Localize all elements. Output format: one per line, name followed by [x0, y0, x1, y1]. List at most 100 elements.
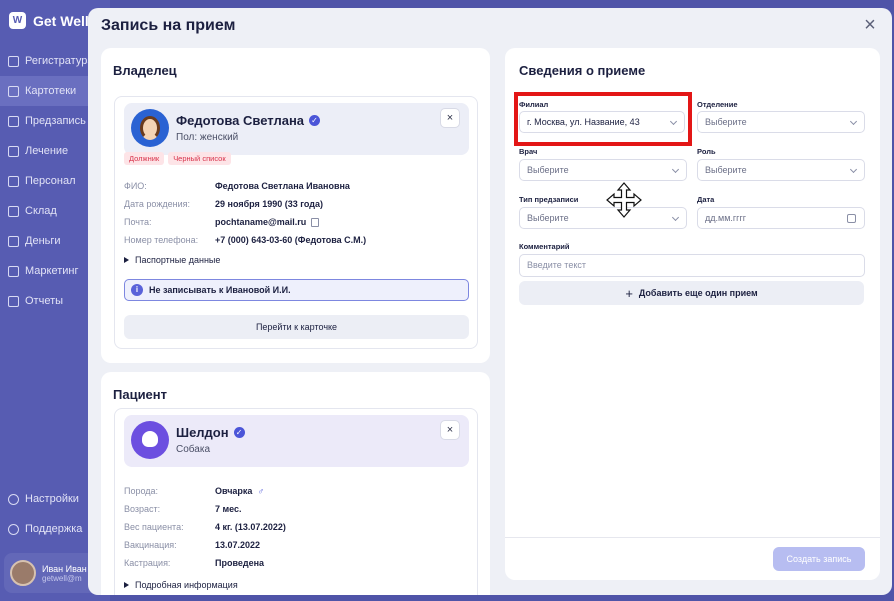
plus-icon: + — [625, 285, 633, 301]
status-badge: Черный список — [168, 152, 231, 165]
prebooking-type-select[interactable]: Выберите — [519, 207, 687, 229]
registry-icon — [8, 55, 19, 67]
info-value: 13.07.2022 — [215, 540, 261, 550]
comment-textarea[interactable]: Введите текст — [519, 254, 865, 277]
caret-right-icon — [124, 257, 129, 263]
remove-owner-button[interactable]: × — [440, 108, 460, 128]
owner-section-title: Владелец — [113, 63, 177, 78]
calendar-icon[interactable] — [847, 214, 856, 223]
patient-name-row: Шелдон ✓ — [176, 425, 245, 440]
info-label: Дата рождения: — [124, 199, 190, 209]
owner-gender: Пол: женский — [176, 132, 239, 143]
sidebar-item-label: Поддержка — [25, 523, 83, 535]
files-icon — [8, 85, 19, 97]
info-icon: i — [131, 284, 143, 296]
sidebar-item-label: Маркетинг — [25, 265, 79, 277]
details-toggle-label: Подробная информация — [135, 580, 238, 590]
info-row: Дата рождения: 29 ноября 1990 (33 года) — [124, 195, 366, 213]
patient-name: Шелдон — [176, 425, 229, 440]
info-value: Федотова Светлана Ивановна — [215, 181, 350, 191]
breed-text: Овчарка — [215, 486, 253, 496]
owner-header: Федотова Светлана ✓ Пол: женский × — [124, 103, 469, 155]
role-select[interactable]: Выберите — [697, 159, 865, 181]
doctor-label: Врач — [519, 147, 538, 156]
sidebar-item-label: Деньги — [25, 235, 61, 247]
folder-icon — [8, 115, 19, 127]
create-appointment-button[interactable]: Создать запись — [773, 547, 865, 571]
department-label: Отделение — [697, 100, 738, 109]
date-label: Дата — [697, 195, 715, 204]
app-name: Get Well — [33, 12, 89, 29]
prebooking-type-label: Тип предзаписи — [519, 195, 579, 204]
modal-title: Запись на прием — [101, 17, 236, 34]
copy-icon[interactable] — [311, 217, 320, 227]
info-label: Вакцинация: — [124, 540, 177, 550]
owner-avatar — [131, 109, 169, 147]
appointment-section-title: Сведения о приеме — [519, 63, 646, 78]
email-text: pochtaname@mail.ru — [215, 217, 307, 227]
info-row: Номер телефона: +7 (000) 643-03-60 (Федот… — [124, 231, 366, 249]
verified-icon: ✓ — [309, 115, 321, 126]
owner-name-row: Федотова Светлана ✓ — [176, 113, 321, 128]
info-label: Почта: — [124, 217, 152, 227]
info-label: Номер телефона: — [124, 235, 199, 245]
date-input[interactable]: дд.мм.гггг — [697, 207, 865, 229]
info-value: Проведена — [215, 558, 265, 568]
breed-value: Овчарка ♂ — [215, 486, 264, 496]
report-icon — [8, 295, 19, 307]
sidebar-item-label: Персонал — [25, 175, 76, 187]
owner-badges: Должник Черный список — [124, 152, 231, 165]
details-toggle[interactable]: Подробная информация — [124, 580, 238, 590]
sidebar-item-label: Отчеты — [25, 295, 64, 307]
patient-info-box: Шелдон ✓ Собака × Порода: Овчарка ♂ Возрас… — [114, 408, 478, 595]
close-icon[interactable]: × — [860, 15, 880, 35]
patient-details: Порода: Овчарка ♂ Возраст: 7 мес. Вес пацие… — [124, 482, 286, 572]
role-placeholder: Выберите — [705, 165, 747, 175]
owner-card: Владелец Федотова Светлана ✓ Пол: женски… — [101, 48, 490, 363]
chat-icon — [8, 265, 19, 277]
department-select[interactable]: Выберите — [697, 111, 865, 133]
logo-icon: W — [9, 12, 26, 29]
passport-toggle[interactable]: Паспортные данные — [124, 255, 220, 265]
date-placeholder: дд.мм.гггг — [705, 213, 747, 223]
goto-card-button[interactable]: Перейти к карточке — [124, 315, 469, 339]
patient-section-title: Пациент — [113, 387, 168, 402]
caret-right-icon — [124, 582, 129, 588]
sidebar-item-label: Картотеки — [25, 85, 77, 97]
info-value: 29 ноября 1990 (33 года) — [215, 199, 324, 209]
move-cursor-icon — [606, 182, 642, 218]
sidebar-item-label: Настройки — [25, 493, 79, 505]
info-label: Возраст: — [124, 504, 161, 514]
highlight-box — [514, 92, 692, 146]
user-email: getwell@m — [42, 573, 82, 583]
add-appointment-button[interactable]: + Добавить еще один прием — [519, 281, 864, 305]
info-row: Вакцинация: 13.07.2022 — [124, 536, 286, 554]
info-row: Возраст: 7 мес. — [124, 500, 286, 518]
user-name: Иван Иван — [42, 563, 87, 574]
info-value: +7 (000) 643-03-60 (Федотова С.М.) — [215, 235, 367, 245]
sidebar-item-label: Регистратура — [25, 55, 94, 67]
info-label: Кастрация: — [124, 558, 171, 568]
status-badge: Должник — [124, 152, 165, 165]
verified-icon: ✓ — [233, 427, 245, 438]
info-label: Вес пациента: — [124, 522, 184, 532]
support-icon — [8, 523, 19, 535]
sidebar-item-label: Склад — [25, 205, 57, 217]
owner-details: ФИО: Федотова Светлана Ивановна Дата рожд… — [124, 177, 366, 249]
info-value: 4 кг. (13.07.2022) — [215, 522, 286, 532]
info-value: 7 мес. — [215, 504, 242, 514]
patient-header: Шелдон ✓ Собака × — [124, 415, 469, 467]
patient-species: Собака — [176, 444, 210, 455]
wallet-icon — [8, 235, 19, 247]
comment-placeholder: Введите текст — [527, 260, 586, 270]
doctor-select[interactable]: Выберите — [519, 159, 687, 181]
doctor-placeholder: Выберите — [527, 165, 569, 175]
plus-square-icon — [8, 145, 19, 157]
remove-patient-button[interactable]: × — [440, 420, 460, 440]
owner-notice: i Не записывать к Ивановой И.И. — [124, 279, 469, 301]
appointment-card: Сведения о приеме Филиал г. Москва, ул. … — [505, 48, 880, 580]
email-value: pochtaname@mail.ru — [215, 217, 320, 227]
chevron-down-icon — [849, 165, 858, 174]
info-row: Кастрация: Проведена — [124, 554, 286, 572]
comment-label: Комментарий — [519, 242, 570, 251]
